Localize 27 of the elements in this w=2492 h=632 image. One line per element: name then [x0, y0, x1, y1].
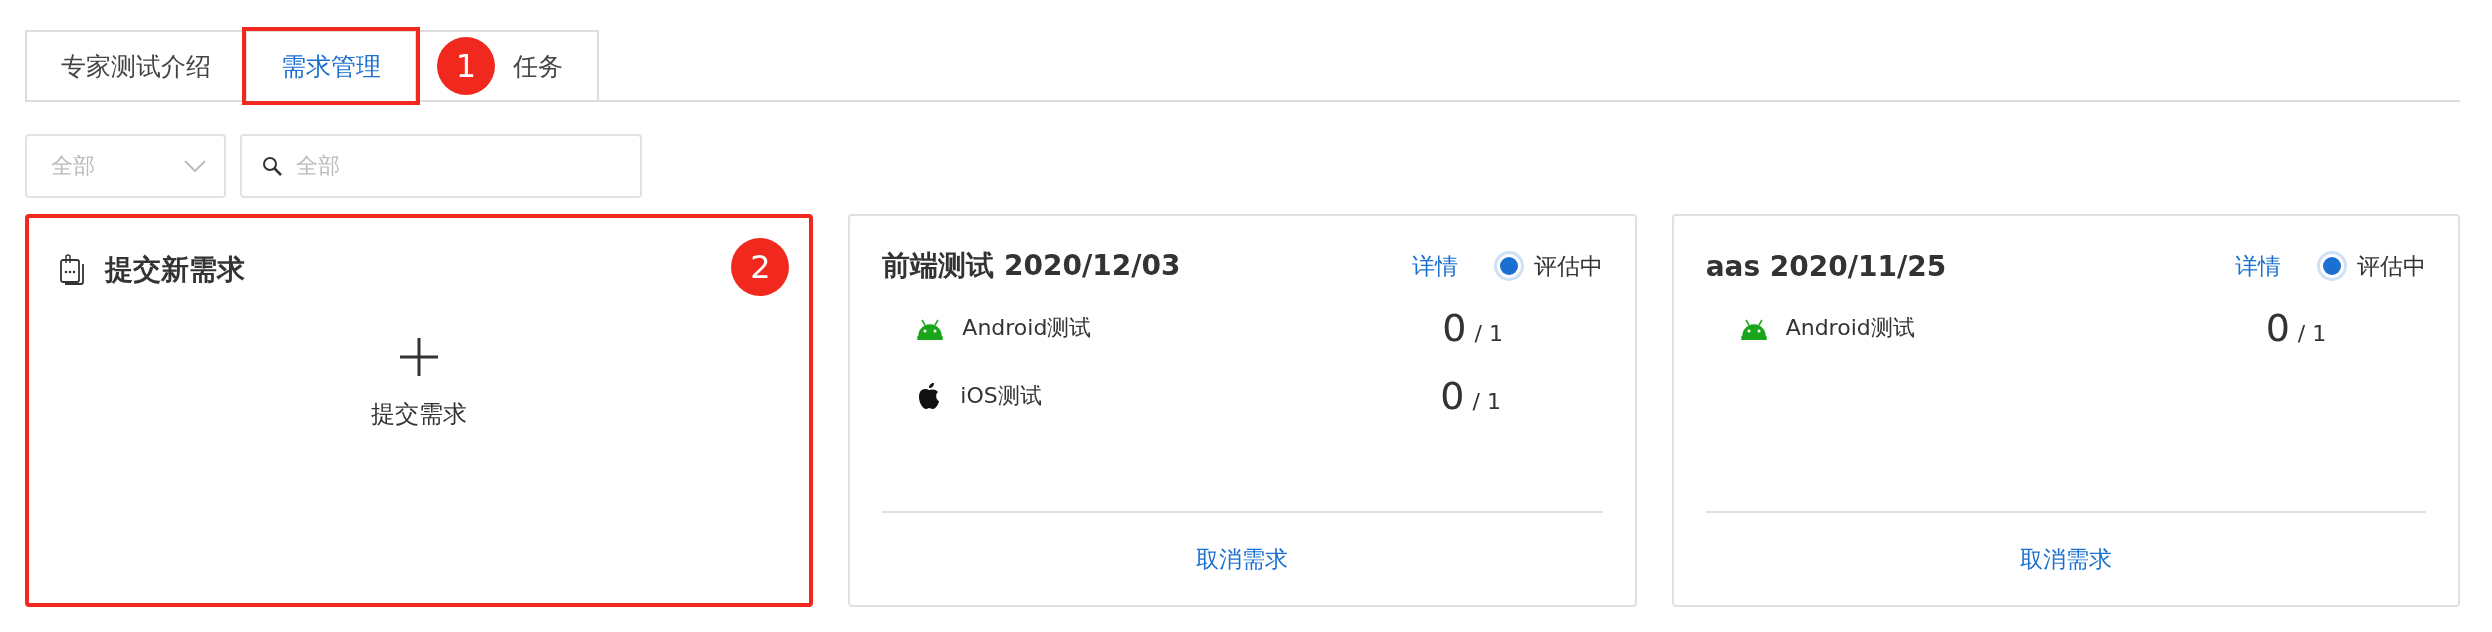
platform-name: Android测试 [962, 314, 1093, 342]
submit-request-label[interactable]: 提交需求 [371, 398, 468, 430]
card-title: aas 2020/11/25 [1705, 249, 1948, 283]
search-icon [262, 156, 282, 176]
platform-name: iOS测试 [960, 382, 1043, 410]
status-radio[interactable] [1493, 251, 1524, 281]
total-count: / 1 [1472, 389, 1501, 414]
done-count: 0 [2265, 306, 2290, 350]
new-request-card[interactable]: 提交新需求 提交需求 2 [25, 214, 814, 607]
total-count: / 1 [2297, 321, 2327, 346]
card-title: 前端测试 2020/12/03 [882, 248, 1182, 284]
details-link[interactable]: 详情 [2235, 250, 2281, 282]
total-count: / 1 [1474, 321, 1503, 346]
done-count: 0 [1442, 306, 1467, 350]
done-count: 0 [1440, 374, 1465, 418]
status-label: 评估中 [2357, 251, 2426, 281]
cancel-request-link[interactable]: 取消需求 [1196, 544, 1289, 575]
platform-name: Android测试 [1785, 314, 1916, 342]
status-radio[interactable] [2317, 251, 2347, 281]
annotation-badge: 2 [731, 238, 790, 296]
cancel-request-link[interactable]: 取消需求 [2019, 544, 2112, 575]
chevron-down-icon [184, 160, 206, 172]
notepad-icon [59, 254, 85, 286]
status-label: 评估中 [1533, 251, 1603, 281]
details-link[interactable]: 详情 [1411, 250, 1458, 282]
plus-icon[interactable] [400, 338, 439, 376]
card-title: 提交新需求 [105, 252, 245, 288]
